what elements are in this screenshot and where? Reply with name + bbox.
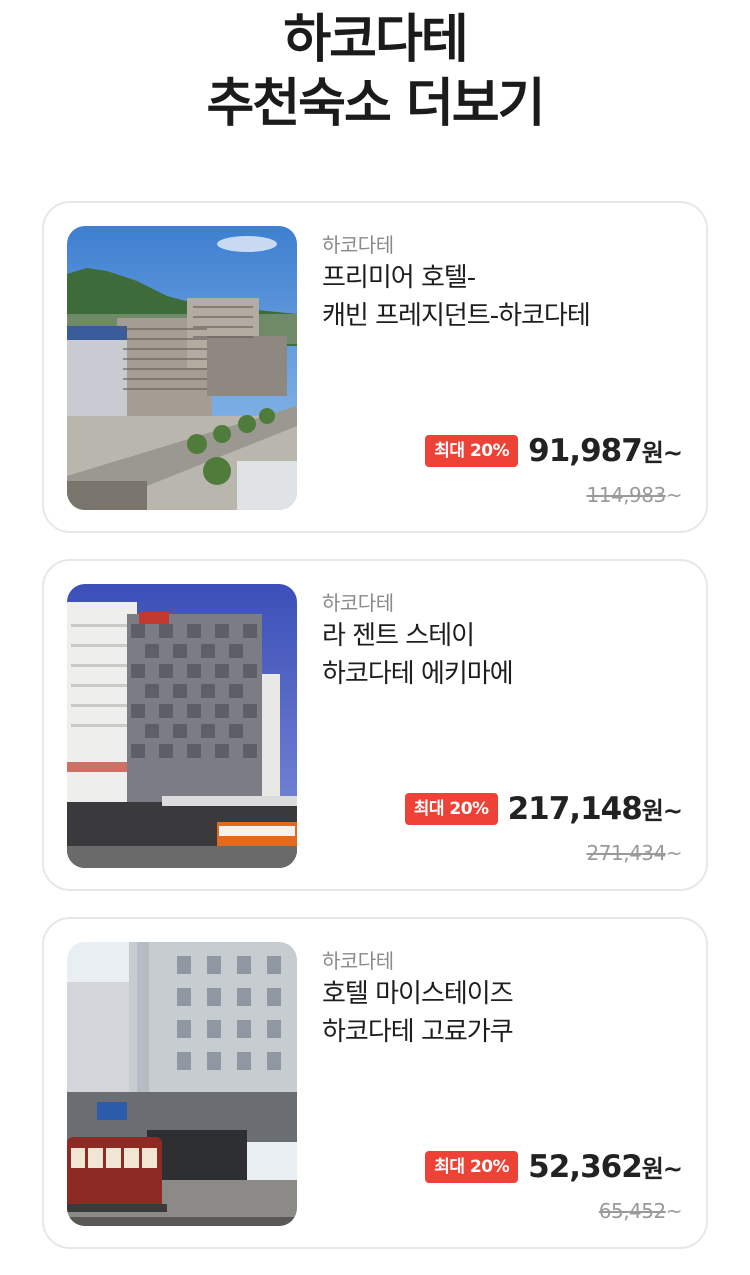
hotel-name: 라 젠트 스테이 하코다테 에키마에: [322, 617, 692, 693]
sale-price: 217,148원~: [507, 791, 683, 827]
sale-price-suffix: 원~: [641, 1155, 683, 1183]
hotel-card[interactable]: 하코다테 프리미어 호텔- 캐빈 프레지던트-하코다테 최대 20% 91,98…: [42, 201, 708, 533]
hotel-name-line-2: 하코다테 에키마에: [322, 659, 514, 689]
hotel-city: 하코다테: [322, 949, 394, 973]
original-price-value: 271,434: [586, 841, 667, 865]
hotel-name-line-2: 하코다테 고료가쿠: [322, 1017, 514, 1047]
sale-price-suffix: 원~: [641, 797, 683, 825]
discount-badge: 최대 20%: [425, 1151, 519, 1183]
original-price-suffix: ~: [665, 1199, 683, 1223]
hotel-name-line-1: 호텔 마이스테이즈: [322, 979, 514, 1009]
discount-badge: 최대 20%: [404, 793, 498, 825]
original-price-value: 65,452: [598, 1199, 666, 1223]
sale-price-value: 217,148: [507, 791, 643, 827]
sale-price-value: 52,362: [528, 1149, 643, 1185]
sale-price: 52,362원~: [528, 1149, 683, 1185]
sale-price-value: 91,987: [528, 433, 643, 469]
hotel-name-line-1: 프리미어 호텔-: [322, 263, 476, 293]
sale-price: 91,987원~: [528, 433, 683, 469]
original-price: 114,983~: [586, 483, 683, 507]
page-title-line-2: 추천숙소 더보기: [206, 74, 546, 134]
original-price: 271,434~: [586, 841, 683, 865]
hotel-city: 하코다테: [322, 591, 394, 615]
page-title: 하코다테 추천숙소 더보기: [0, 8, 750, 136]
price-row: 최대 20% 91,987원~: [425, 433, 683, 469]
original-price-suffix: ~: [665, 483, 683, 507]
recommended-hotels-page: 하코다테 추천숙소 더보기 하코다테 프리미어 호텔- 캐빈 프레지던트-하코다…: [0, 0, 750, 1275]
hotel-city: 하코다테: [322, 233, 394, 257]
hotel-name: 프리미어 호텔- 캐빈 프레지던트-하코다테: [322, 259, 692, 335]
hotel-name: 호텔 마이스테이즈 하코다테 고료가쿠: [322, 975, 692, 1051]
price-row: 최대 20% 217,148원~: [404, 791, 683, 827]
discount-badge: 최대 20%: [425, 435, 519, 467]
page-title-line-1: 하코다테: [283, 10, 468, 70]
hotel-card[interactable]: 하코다테 라 젠트 스테이 하코다테 에키마에 최대 20% 217,148원~…: [42, 559, 708, 891]
original-price: 65,452~: [598, 1199, 683, 1223]
hotel-photo: [67, 226, 297, 510]
hotel-card[interactable]: 하코다테 호텔 마이스테이즈 하코다테 고료가쿠 최대 20% 52,362원~…: [42, 917, 708, 1249]
hotel-photo: [67, 942, 297, 1226]
hotel-photo: [67, 584, 297, 868]
price-row: 최대 20% 52,362원~: [425, 1149, 683, 1185]
hotel-name-line-2: 캐빈 프레지던트-하코다테: [322, 301, 591, 331]
sale-price-suffix: 원~: [641, 439, 683, 467]
original-price-suffix: ~: [665, 841, 683, 865]
hotel-name-line-1: 라 젠트 스테이: [322, 621, 475, 651]
original-price-value: 114,983: [586, 483, 667, 507]
